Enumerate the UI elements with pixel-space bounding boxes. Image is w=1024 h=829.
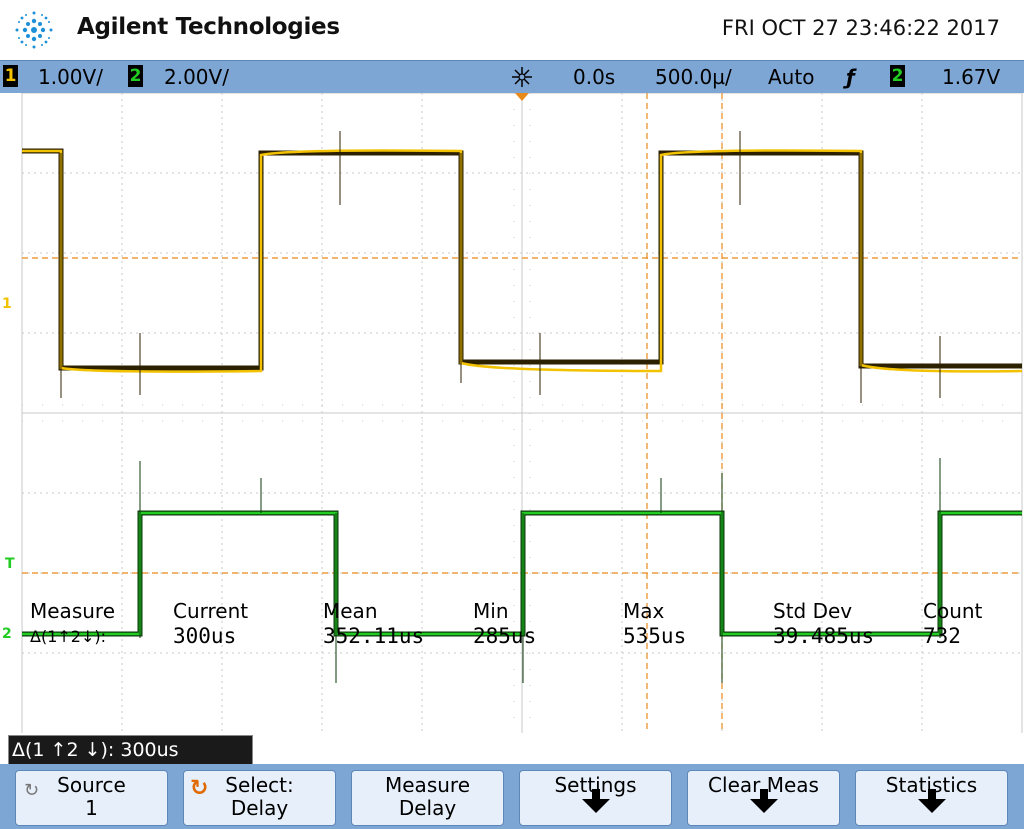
header-mean: Mean <box>323 599 378 623</box>
submenu-arrow-icon <box>749 789 778 813</box>
measure-label: Measure <box>30 599 115 623</box>
channel-1-badge[interactable]: 1 <box>3 65 18 87</box>
select-softkey[interactable]: ↻ Select: Delay <box>183 770 336 826</box>
value-count: 732 <box>923 624 961 648</box>
channel-2-scale[interactable]: 2.00V/ <box>164 65 229 89</box>
value-min: 285us <box>473 624 537 648</box>
trigger-slope-icon: ƒ <box>846 65 855 89</box>
clear-meas-softkey[interactable]: Clear Meas <box>687 770 840 826</box>
measurement-statistics: Measure Δ(1↑2↓): Current Mean Min Max St… <box>0 599 1024 659</box>
date-time: FRI OCT 27 23:46:22 2017 <box>721 16 1000 40</box>
channel-1-ground-marker[interactable]: 1 <box>2 296 12 312</box>
waveform-display[interactable]: 1 T 2 Measure Δ(1↑2↓): Current Mean Min … <box>0 93 1024 733</box>
header-std-dev: Std Dev <box>773 599 853 623</box>
trigger-source-badge[interactable]: 2 <box>890 65 905 87</box>
channel-2-badge[interactable]: 2 <box>128 65 143 87</box>
value-current: 300us <box>173 624 237 648</box>
brand-name: Agilent Technologies <box>77 14 340 40</box>
rotate-knob-icon: ↻ <box>24 780 40 801</box>
status-bar: 1 1.00V/ 2 2.00V/ 0.0s 500.0µ/ Auto ƒ 2 … <box>0 60 1024 94</box>
header-count: Count <box>923 599 983 623</box>
timebase-scale[interactable]: 500.0µ/ <box>655 65 732 89</box>
entry-knob-icon: ↻ <box>190 776 209 801</box>
submenu-arrow-icon <box>581 789 610 813</box>
value-mean: 352.11us <box>323 624 425 648</box>
header-current: Current <box>173 599 249 623</box>
run-status-icon <box>512 67 532 87</box>
value-max: 535us <box>623 624 687 648</box>
delta-readout: Δ(1 ↑2 ↓): 300us <box>8 735 253 765</box>
measure-delay-softkey[interactable]: Measure Delay <box>351 770 504 826</box>
header-max: Max <box>623 599 665 623</box>
statistics-softkey[interactable]: Statistics <box>855 770 1008 826</box>
title-bar: Agilent Technologies FRI OCT 27 23:46:22… <box>0 0 1024 60</box>
value-std-dev: 39.485us <box>773 624 875 648</box>
header-min: Min <box>473 599 509 623</box>
trigger-mode[interactable]: Auto <box>768 65 814 89</box>
softkey-bar: ↻ Source 1 ↻ Select: Delay Measure Delay… <box>0 764 1024 829</box>
settings-softkey[interactable]: Settings <box>519 770 672 826</box>
trigger-level-marker[interactable]: T <box>5 556 15 572</box>
trigger-level[interactable]: 1.67V <box>942 65 1000 89</box>
agilent-spark-logo-icon <box>15 11 53 49</box>
horizontal-delay[interactable]: 0.0s <box>573 65 615 89</box>
channel-1-scale[interactable]: 1.00V/ <box>38 65 103 89</box>
source-softkey[interactable]: ↻ Source 1 <box>15 770 168 826</box>
submenu-arrow-icon <box>917 789 946 813</box>
trigger-position-marker[interactable] <box>515 93 529 101</box>
measure-name: Δ(1↑2↓): <box>30 627 106 646</box>
